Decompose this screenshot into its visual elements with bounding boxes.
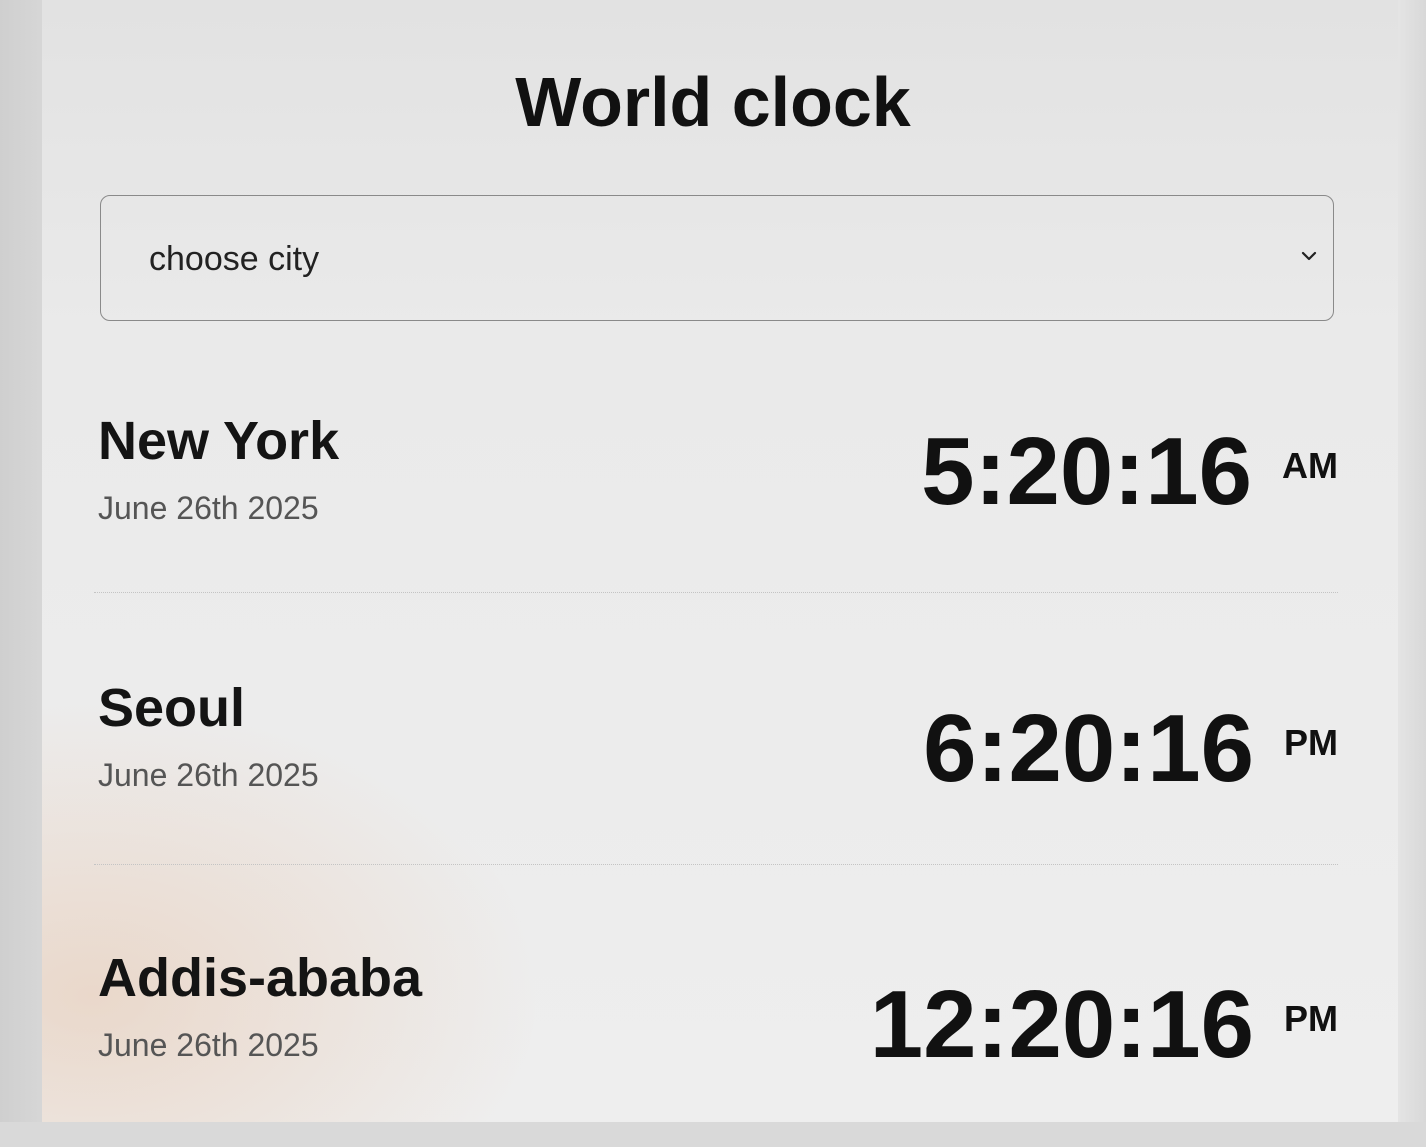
am-pm-label: AM <box>1282 445 1338 486</box>
city-date: June 26th 2025 <box>98 490 319 526</box>
am-pm-label: PM <box>1284 998 1338 1039</box>
city-select[interactable]: choose city <box>100 195 1334 321</box>
clock-row-addis-ababa: Addis-ababa June 26th 2025 12:20:16 PM <box>94 947 1338 1147</box>
time-display: 6:20:16 PM <box>923 687 1338 797</box>
time-value: 5:20:16 <box>921 418 1252 525</box>
city-name: New York <box>98 411 340 471</box>
chevron-down-icon <box>1301 251 1317 261</box>
row-divider <box>94 592 1338 593</box>
time-value: 6:20:16 <box>923 695 1254 802</box>
clock-row-new-york: New York June 26th 2025 5:20:16 AM <box>94 410 1338 610</box>
city-name: Seoul <box>98 678 246 738</box>
city-select-value: choose city <box>149 240 320 278</box>
time-value: 12:20:16 <box>869 971 1254 1078</box>
time-display: 12:20:16 PM <box>870 963 1338 1073</box>
row-divider <box>94 864 1338 865</box>
am-pm-label: PM <box>1284 722 1338 763</box>
time-display: 5:20:16 AM <box>921 410 1338 520</box>
city-name: Addis-ababa <box>98 948 423 1008</box>
city-date: June 26th 2025 <box>98 757 319 793</box>
city-date: June 26th 2025 <box>98 1027 319 1063</box>
clock-row-seoul: Seoul June 26th 2025 6:20:16 PM <box>94 677 1338 877</box>
page-title: World clock <box>515 63 911 141</box>
